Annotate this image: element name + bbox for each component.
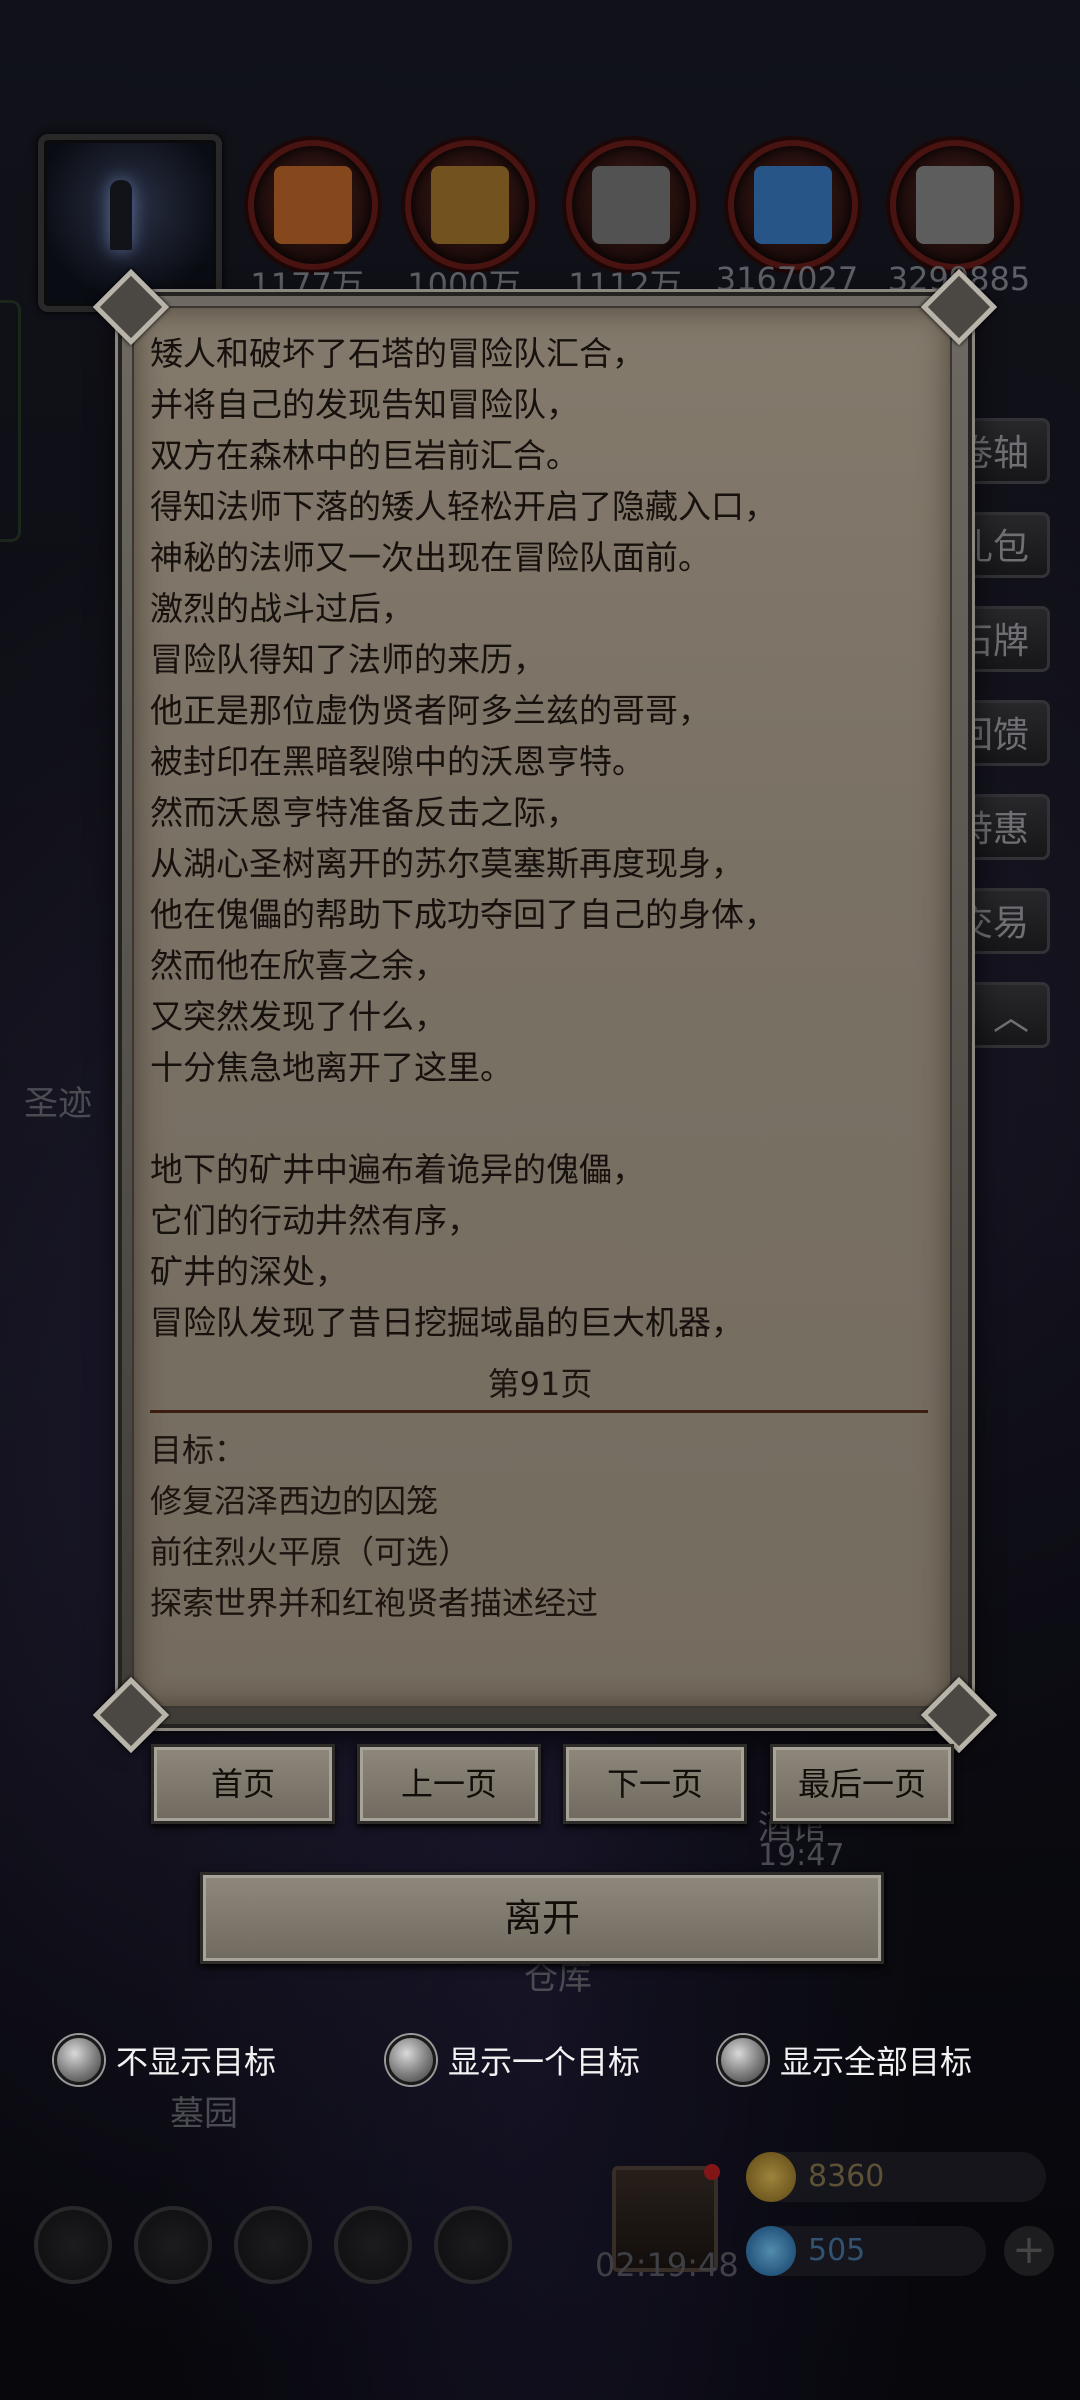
story-line: 并将自己的发现告知冒险队， <box>150 385 579 424</box>
goal-item: 探索世界并和红袍贤者描述经过 <box>150 1584 599 1622</box>
radio-dot-icon[interactable] <box>54 2035 104 2085</box>
radio-dot-icon[interactable] <box>386 2035 436 2085</box>
story-line: 冒险队发现了昔日挖掘域晶的巨大机器， <box>150 1303 744 1342</box>
story-line: 激烈的战斗过后， <box>150 589 414 628</box>
story-line: 双方在森林中的巨岩前汇合。 <box>150 436 579 475</box>
radio-label: 显示全部目标 <box>780 2043 973 2081</box>
story-line: 他在傀儡的帮助下成功夺回了自己的身体， <box>150 895 777 934</box>
story-line: 从湖心圣树离开的苏尔莫塞斯再度现身， <box>150 844 744 883</box>
story-line: 得知法师下落的矮人轻松开启了隐藏入口， <box>150 487 777 526</box>
goal-item: 前往烈火平原（可选） <box>150 1533 471 1571</box>
story-line-blank <box>150 1093 940 1144</box>
next-page-button[interactable]: 下一页 <box>563 1744 747 1824</box>
radio-label: 显示一个目标 <box>448 2043 641 2081</box>
story-line: 矿井的深处， <box>150 1252 348 1291</box>
story-line: 神秘的法师又一次出现在冒险队面前。 <box>150 538 711 577</box>
radio-label: 不显示目标 <box>116 2043 277 2081</box>
goal-heading: 目标： <box>150 1431 247 1469</box>
radio-dot-icon[interactable] <box>718 2035 768 2085</box>
page-number: 第91页 <box>487 1365 593 1403</box>
story-text: 矮人和破坏了石塔的冒险队汇合， 并将自己的发现告知冒险队， 双方在森林中的巨岩前… <box>150 328 940 1348</box>
story-line: 然而沃恩亨特准备反击之际， <box>150 793 579 832</box>
story-line: 矮人和破坏了石塔的冒险队汇合， <box>150 334 645 373</box>
story-line: 冒险队得知了法师的来历， <box>150 640 546 679</box>
prev-page-button[interactable]: 上一页 <box>357 1744 541 1824</box>
story-line: 又突然发现了什么， <box>150 997 447 1036</box>
story-line: 地下的矿井中遍布着诡异的傀儡， <box>150 1150 645 1189</box>
radio-show-one-goal[interactable]: 显示一个目标 <box>386 2034 640 2086</box>
goal-divider <box>150 1410 928 1413</box>
leave-button[interactable]: 离开 <box>200 1872 884 1964</box>
story-line: 它们的行动井然有序， <box>150 1201 480 1240</box>
story-line: 被封印在黑暗裂隙中的沃恩亨特。 <box>150 742 645 781</box>
story-line: 他正是那位虚伪贤者阿多兰兹的哥哥， <box>150 691 711 730</box>
story-line: 然而他在欣喜之余， <box>150 946 447 985</box>
last-page-button[interactable]: 最后一页 <box>770 1744 954 1824</box>
radio-hide-goals[interactable]: 不显示目标 <box>54 2034 276 2086</box>
story-line: 十分焦急地离开了这里。 <box>150 1048 513 1087</box>
goal-item: 修复沼泽西边的囚笼 <box>150 1482 439 1520</box>
radio-show-all-goals[interactable]: 显示全部目标 <box>718 2034 972 2086</box>
goal-list: 目标： 修复沼泽西边的囚笼 前往烈火平原（可选） 探索世界并和红袍贤者描述经过 <box>150 1425 598 1629</box>
first-page-button[interactable]: 首页 <box>151 1744 335 1824</box>
